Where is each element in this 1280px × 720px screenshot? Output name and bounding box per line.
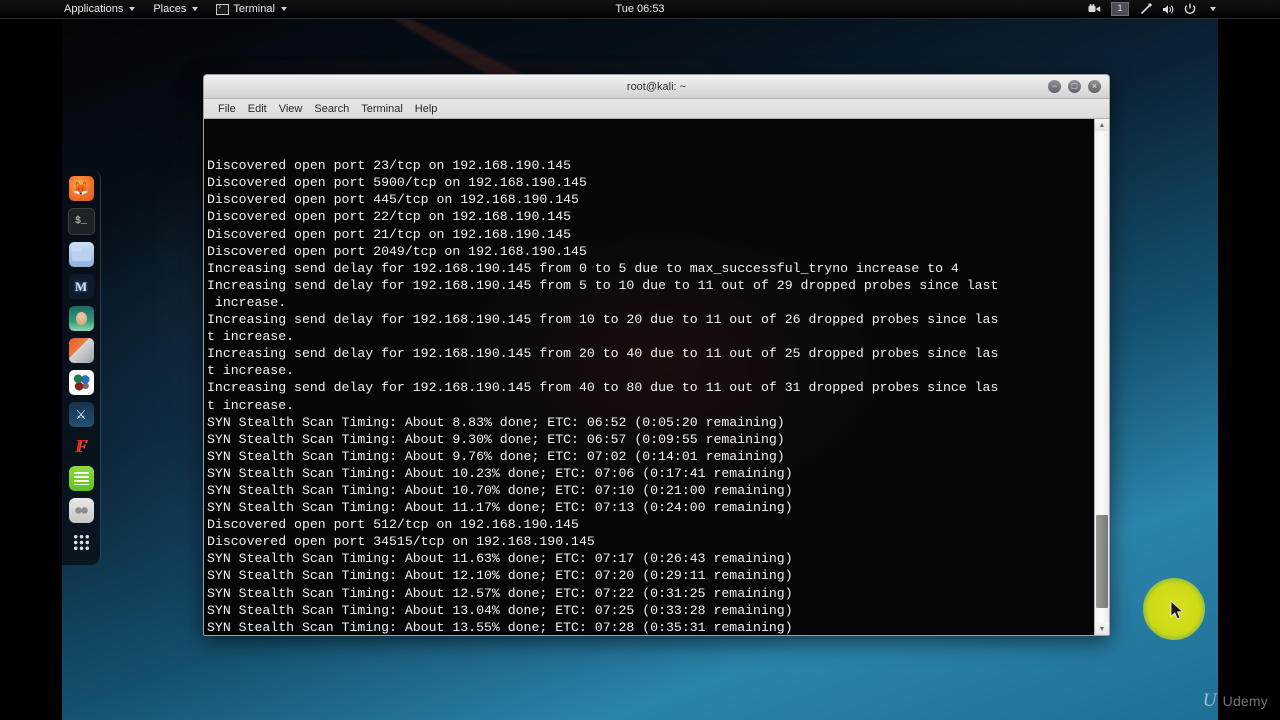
menu-help[interactable]: Help: [409, 102, 444, 116]
terminal-lines: Discovered open port 23/tcp on 192.168.1…: [207, 157, 1094, 635]
terminal-line: Discovered open port 23/tcp on 192.168.1…: [207, 158, 572, 174]
menu-file[interactable]: File: [212, 102, 242, 116]
menu-search[interactable]: Search: [308, 102, 355, 116]
dock-item-terminal[interactable]: $_: [67, 208, 95, 235]
terminal-line: Discovered open port 445/tcp on 192.168.…: [207, 192, 579, 208]
places-menu[interactable]: Places: [144, 0, 207, 18]
terminal-line: SYN Stealth Scan Timing: About 13.55% do…: [207, 619, 793, 635]
close-button[interactable]: ×: [1088, 80, 1101, 93]
terminal-line: t increase.: [207, 363, 295, 379]
scroll-up-arrow-icon[interactable]: ▲: [1095, 119, 1109, 131]
brightness-icon[interactable]: [1136, 0, 1156, 18]
chevron-down-icon: [280, 7, 287, 11]
terminal-line: SYN Stealth Scan Timing: About 10.70% do…: [207, 482, 793, 498]
terminal-line: SYN Stealth Scan Timing: About 12.57% do…: [207, 585, 793, 601]
terminal-line: Increasing send delay for 192.168.190.14…: [207, 312, 999, 328]
terminal-line: Discovered open port 5900/tcp on 192.168…: [207, 175, 587, 191]
terminal-line: Discovered open port 34515/tcp on 192.16…: [207, 534, 595, 550]
chevron-down-icon: [1210, 7, 1216, 11]
terminal-line: Increasing send delay for 192.168.190.14…: [207, 346, 999, 362]
volume-icon[interactable]: [1158, 0, 1178, 18]
terminal-line: Discovered open port 21/tcp on 192.168.1…: [207, 226, 572, 242]
terminal-window-item[interactable]: Terminal: [207, 0, 296, 18]
places-menu-label: Places: [153, 3, 187, 15]
window-controls: − □ ×: [1048, 75, 1101, 98]
workspace-switcher[interactable]: 1: [1111, 2, 1129, 16]
brightness-glyph: [1140, 3, 1152, 15]
dock-item-files[interactable]: [68, 242, 94, 267]
dock-item-cherrytree[interactable]: [68, 498, 94, 523]
panel-menus: Applications Places Terminal: [55, 0, 296, 18]
dock-item-metasploit[interactable]: [68, 274, 94, 299]
maximize-button[interactable]: □: [1068, 80, 1081, 93]
dock-item-maltego[interactable]: [68, 402, 94, 427]
menu-edit[interactable]: Edit: [242, 102, 273, 116]
terminal-scrollbar[interactable]: ▲ ▼: [1094, 119, 1109, 635]
volume-glyph: [1162, 4, 1173, 14]
screen-root: Applications Places Terminal Tue 06:53: [0, 0, 1280, 720]
screencast-icon[interactable]: [1084, 0, 1104, 18]
system-tray: 1: [1084, 0, 1222, 18]
applications-menu[interactable]: Applications: [55, 0, 144, 18]
terminal-line: SYN Stealth Scan Timing: About 11.17% do…: [207, 500, 793, 516]
power-glyph: [1184, 3, 1196, 14]
terminal-window-label: Terminal: [233, 3, 275, 15]
terminal-window: root@kali: ~ − □ × File Edit View Search…: [203, 74, 1110, 636]
terminal-icon: [216, 2, 230, 15]
terminal-line: Discovered open port 22/tcp on 192.168.1…: [207, 209, 572, 225]
terminal-line: Discovered open port 2049/tcp on 192.168…: [207, 243, 587, 259]
udemy-watermark-text: Udemy: [1222, 693, 1268, 709]
terminal-line: SYN Stealth Scan Timing: About 12.10% do…: [207, 568, 793, 584]
udemy-logo-icon: U: [1202, 690, 1217, 711]
terminal-line: SYN Stealth Scan Timing: About 9.30% don…: [207, 431, 785, 447]
top-panel: Applications Places Terminal Tue 06:53: [0, 0, 1280, 19]
udemy-watermark: U Udemy: [1203, 690, 1268, 712]
terminal-output[interactable]: Discovered open port 23/tcp on 192.168.1…: [204, 119, 1094, 635]
menu-terminal[interactable]: Terminal: [355, 102, 409, 116]
window-title-bar[interactable]: root@kali: ~ − □ ×: [204, 75, 1109, 99]
terminal-line: Increasing send delay for 192.168.190.14…: [207, 277, 999, 293]
scrollbar-thumb[interactable]: [1096, 514, 1108, 609]
minimize-button[interactable]: −: [1048, 80, 1061, 93]
scrollbar-track[interactable]: [1095, 131, 1109, 623]
terminal-line: Increasing send delay for 192.168.190.14…: [207, 380, 999, 396]
dock-item-faraday[interactable]: [69, 434, 94, 459]
terminal-line: increase.: [207, 294, 287, 310]
terminal-line: SYN Stealth Scan Timing: About 9.76% don…: [207, 448, 785, 464]
power-icon[interactable]: [1180, 0, 1200, 18]
dock-item-notes[interactable]: [68, 466, 94, 491]
applications-menu-label: Applications: [64, 3, 124, 15]
terminal-line: SYN Stealth Scan Timing: About 13.04% do…: [207, 602, 793, 618]
chevron-down-icon: [129, 7, 136, 11]
menu-bar: File Edit View Search Terminal Help: [204, 99, 1109, 119]
terminal-body: Discovered open port 23/tcp on 192.168.1…: [204, 119, 1109, 635]
dock-item-burpsuite[interactable]: [68, 306, 94, 331]
dock-item-beef[interactable]: [68, 338, 94, 363]
terminal-line: Increasing send delay for 192.168.190.14…: [207, 260, 959, 276]
dock-item-show-applications[interactable]: [69, 530, 94, 555]
dock-item-firefox[interactable]: [68, 176, 94, 201]
terminal-line: t increase.: [207, 329, 295, 345]
terminal-line: t increase.: [207, 397, 295, 413]
scroll-down-arrow-icon[interactable]: ▼: [1095, 623, 1109, 635]
screencast-glyph: [1088, 4, 1100, 12]
menu-view[interactable]: View: [273, 102, 309, 116]
terminal-line: Discovered open port 512/tcp on 192.168.…: [207, 517, 579, 533]
terminal-line: SYN Stealth Scan Timing: About 10.23% do…: [207, 465, 793, 481]
terminal-line: SYN Stealth Scan Timing: About 8.83% don…: [207, 414, 785, 430]
window-title: root@kali: ~: [626, 80, 687, 93]
dock-item-armitage[interactable]: [68, 370, 94, 395]
tray-menu-button[interactable]: [1202, 0, 1222, 18]
chevron-down-icon: [192, 7, 199, 11]
terminal-line: SYN Stealth Scan Timing: About 11.63% do…: [207, 551, 793, 567]
favorites-dock: $_: [62, 170, 101, 565]
